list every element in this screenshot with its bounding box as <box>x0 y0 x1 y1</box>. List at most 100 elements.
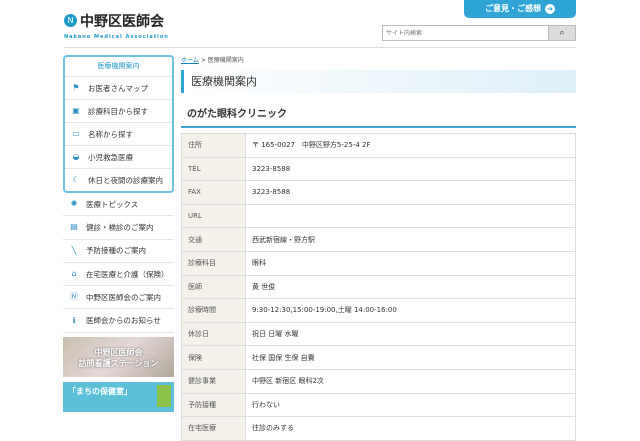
banner-text: 「まちの保健室」 <box>68 386 132 396</box>
sidebar-item[interactable]: ⌂ 在宅医療と介護（保険） <box>63 263 174 287</box>
row-value: 〒 165-0027 中野区野方5-25-4 2F <box>245 133 576 158</box>
search-icon: ⌕ <box>559 28 565 38</box>
nursing-station-banner[interactable]: 中野区医師会 訪問看護ステーション <box>63 336 174 377</box>
syringe-icon: ╲ <box>71 245 77 255</box>
sidebar-item-label: 健診・検診のご案内 <box>86 222 154 232</box>
sidebar-item[interactable]: ▤ 健診・検診のご案内 <box>63 216 174 240</box>
book-icon: ▣ <box>72 106 80 115</box>
row-label: FAX <box>181 180 246 205</box>
moon-icon: ☾ <box>72 175 80 184</box>
banner-graphic <box>157 384 171 407</box>
folder-icon: ▭ <box>72 129 80 138</box>
row-value: 3223-8588 <box>245 156 576 182</box>
row-label: 健診事業 <box>181 368 246 394</box>
row-label: URL <box>181 203 246 229</box>
table-row: TEL 3223-8588 <box>181 156 576 182</box>
row-label: 診療科目 <box>181 250 246 276</box>
search-bar: ⌕ <box>382 25 576 41</box>
row-value <box>245 203 576 229</box>
row-label: 住所 <box>181 133 246 158</box>
row-label: 交通 <box>181 227 246 252</box>
table-row: 医師黄 世俊 <box>181 274 576 300</box>
row-value: 西武新宿線・野方駅 <box>245 227 576 252</box>
row-label: 予防接種 <box>181 392 246 418</box>
sidebar-item-label: 医師会からのお知らせ <box>86 316 161 326</box>
search-button[interactable]: ⌕ <box>548 26 575 40</box>
sidebar-item[interactable]: Ⓝ 中野区医師会のご案内 <box>63 286 174 310</box>
row-value: 黄 世俊 <box>245 274 576 300</box>
row-value: 眼科 <box>245 250 576 276</box>
row-value: 祝日 日曜 水曜 <box>245 321 576 347</box>
table-row: URL <box>181 203 576 229</box>
page-title: 医療機関案内 <box>181 70 576 93</box>
sidebar: 医療機関案内 ⚑ お医者さんマップ ▣ 診療科目から探す ▭ 名称から探す ◒ 小児救急医療 ☾… <box>63 55 174 412</box>
sidebar-item-label: 在宅医療と介護（保険） <box>86 269 169 279</box>
sidebar-item-label: 診療科目から探す <box>88 106 148 116</box>
row-label: 診療時間 <box>181 298 246 323</box>
row-label: 医師 <box>181 274 246 300</box>
sidebar-item-label: 医療トピックス <box>86 199 139 209</box>
row-label: TEL <box>181 156 246 182</box>
logo-name: 中野区医師会 <box>80 13 164 30</box>
bulb-icon: ✺ <box>70 199 78 209</box>
sidebar-item-label: 休日と夜間の診療案内 <box>88 175 163 185</box>
sidebar-item-label: 名称から探す <box>88 129 133 139</box>
banner-text: 訪問看護ステーション <box>78 358 159 368</box>
house-icon: ⌂ <box>71 269 77 279</box>
medical-guide-box: 医療機関案内 ⚑ お医者さんマップ ▣ 診療科目から探す ▭ 名称から探す ◒ 小児救急医療 ☾… <box>63 55 174 193</box>
health-room-banner[interactable]: 「まちの保健室」 <box>63 381 174 412</box>
table-row: 診療時間 9:30-12:30,15:00-19:00,土曜 14:00-16:0… <box>181 298 576 323</box>
row-label: 保険 <box>181 345 246 370</box>
table-row: 予防接種 行わない <box>181 392 576 418</box>
sidebar-item[interactable]: ✺ 医療トピックス <box>63 193 174 217</box>
row-label: 在宅医療 <box>181 416 246 441</box>
contact-label: ご意見・ご感想 <box>485 4 541 13</box>
breadcrumb-current: 医療機関案内 <box>207 57 244 64</box>
row-value: 3223-8588 <box>245 180 576 205</box>
table-row: 住所〒 165-0027 中野区野方5-25-4 2F <box>181 133 576 158</box>
table-row: 健診事業 中野区 新宿区 眼科2次 <box>181 368 576 394</box>
contact-button[interactable]: ご意見・ご感想 ➜ <box>464 0 576 18</box>
row-value: 9:30-12:30,15:00-19:00,土曜 14:00-16:00 <box>245 298 576 323</box>
clinic-name: のがた眼科クリニック <box>181 105 576 128</box>
breadcrumb: ホーム > 医療機関案内 <box>181 55 576 64</box>
sidebar-item-label: お医者さんマップ <box>88 83 148 93</box>
sidebar-item[interactable]: ▭ 名称から探す <box>65 122 172 145</box>
table-row: 在宅医療 往診のみする <box>181 416 576 441</box>
sidebar-item[interactable]: ℹ 医師会からのお知らせ <box>63 309 174 333</box>
sidebar-item-label: 中野区医師会のご案内 <box>86 292 161 302</box>
row-value: 中野区 新宿区 眼科2次 <box>245 368 576 394</box>
breadcrumb-separator: > <box>200 57 206 64</box>
header-divider <box>64 47 576 48</box>
main-content: ホーム > 医療機関案内 医療機関案内 のがた眼科クリニック 住所〒 165-0… <box>181 55 576 441</box>
arrow-right-icon: ➜ <box>545 4 555 14</box>
box-title[interactable]: 医療機関案内 <box>65 57 172 76</box>
table-row: 保険 社保 国保 生保 自費 <box>181 345 576 370</box>
table-row: 診療科目 眼科 <box>181 250 576 276</box>
map-icon: ⚑ <box>72 83 80 92</box>
logo-icon: N <box>64 14 77 27</box>
row-label: 休診日 <box>181 321 246 347</box>
sidebar-item-label: 小児救急医療 <box>88 152 133 162</box>
info-icon: ℹ <box>72 315 76 325</box>
sidebar-item-label: 予防接種のご案内 <box>86 246 146 256</box>
table-row: 休診日 祝日 日曜 水曜 <box>181 321 576 347</box>
logo-icon: Ⓝ <box>70 292 78 302</box>
table-row: FAX 3223-8588 <box>181 180 576 205</box>
table-row: 交通 西武新宿線・野方駅 <box>181 227 576 252</box>
sidebar-item[interactable]: ☾ 休日と夜間の診療案内 <box>65 168 172 191</box>
ambulance-icon: ◒ <box>72 152 80 161</box>
sidebar-item[interactable]: ⚑ お医者さんマップ <box>65 76 172 99</box>
row-value: 往診のみする <box>245 416 576 441</box>
sidebar-item[interactable]: ▣ 診療科目から探す <box>65 99 172 122</box>
clipboard-icon: ▤ <box>70 222 78 232</box>
breadcrumb-home[interactable]: ホーム <box>181 57 199 64</box>
sidebar-item[interactable]: ◒ 小児救急医療 <box>65 145 172 168</box>
clinic-info-table: 住所〒 165-0027 中野区野方5-25-4 2F TEL 3223-8588 F… <box>181 133 576 441</box>
banner-text: 中野区医師会 <box>94 347 143 357</box>
row-value: 社保 国保 生保 自費 <box>245 345 576 370</box>
site-logo[interactable]: N 中野区医師会 Nakano Medical Association <box>64 10 169 40</box>
search-input[interactable] <box>383 26 548 40</box>
row-value: 行わない <box>245 392 576 418</box>
sidebar-item[interactable]: ╲ 予防接種のご案内 <box>63 240 174 263</box>
